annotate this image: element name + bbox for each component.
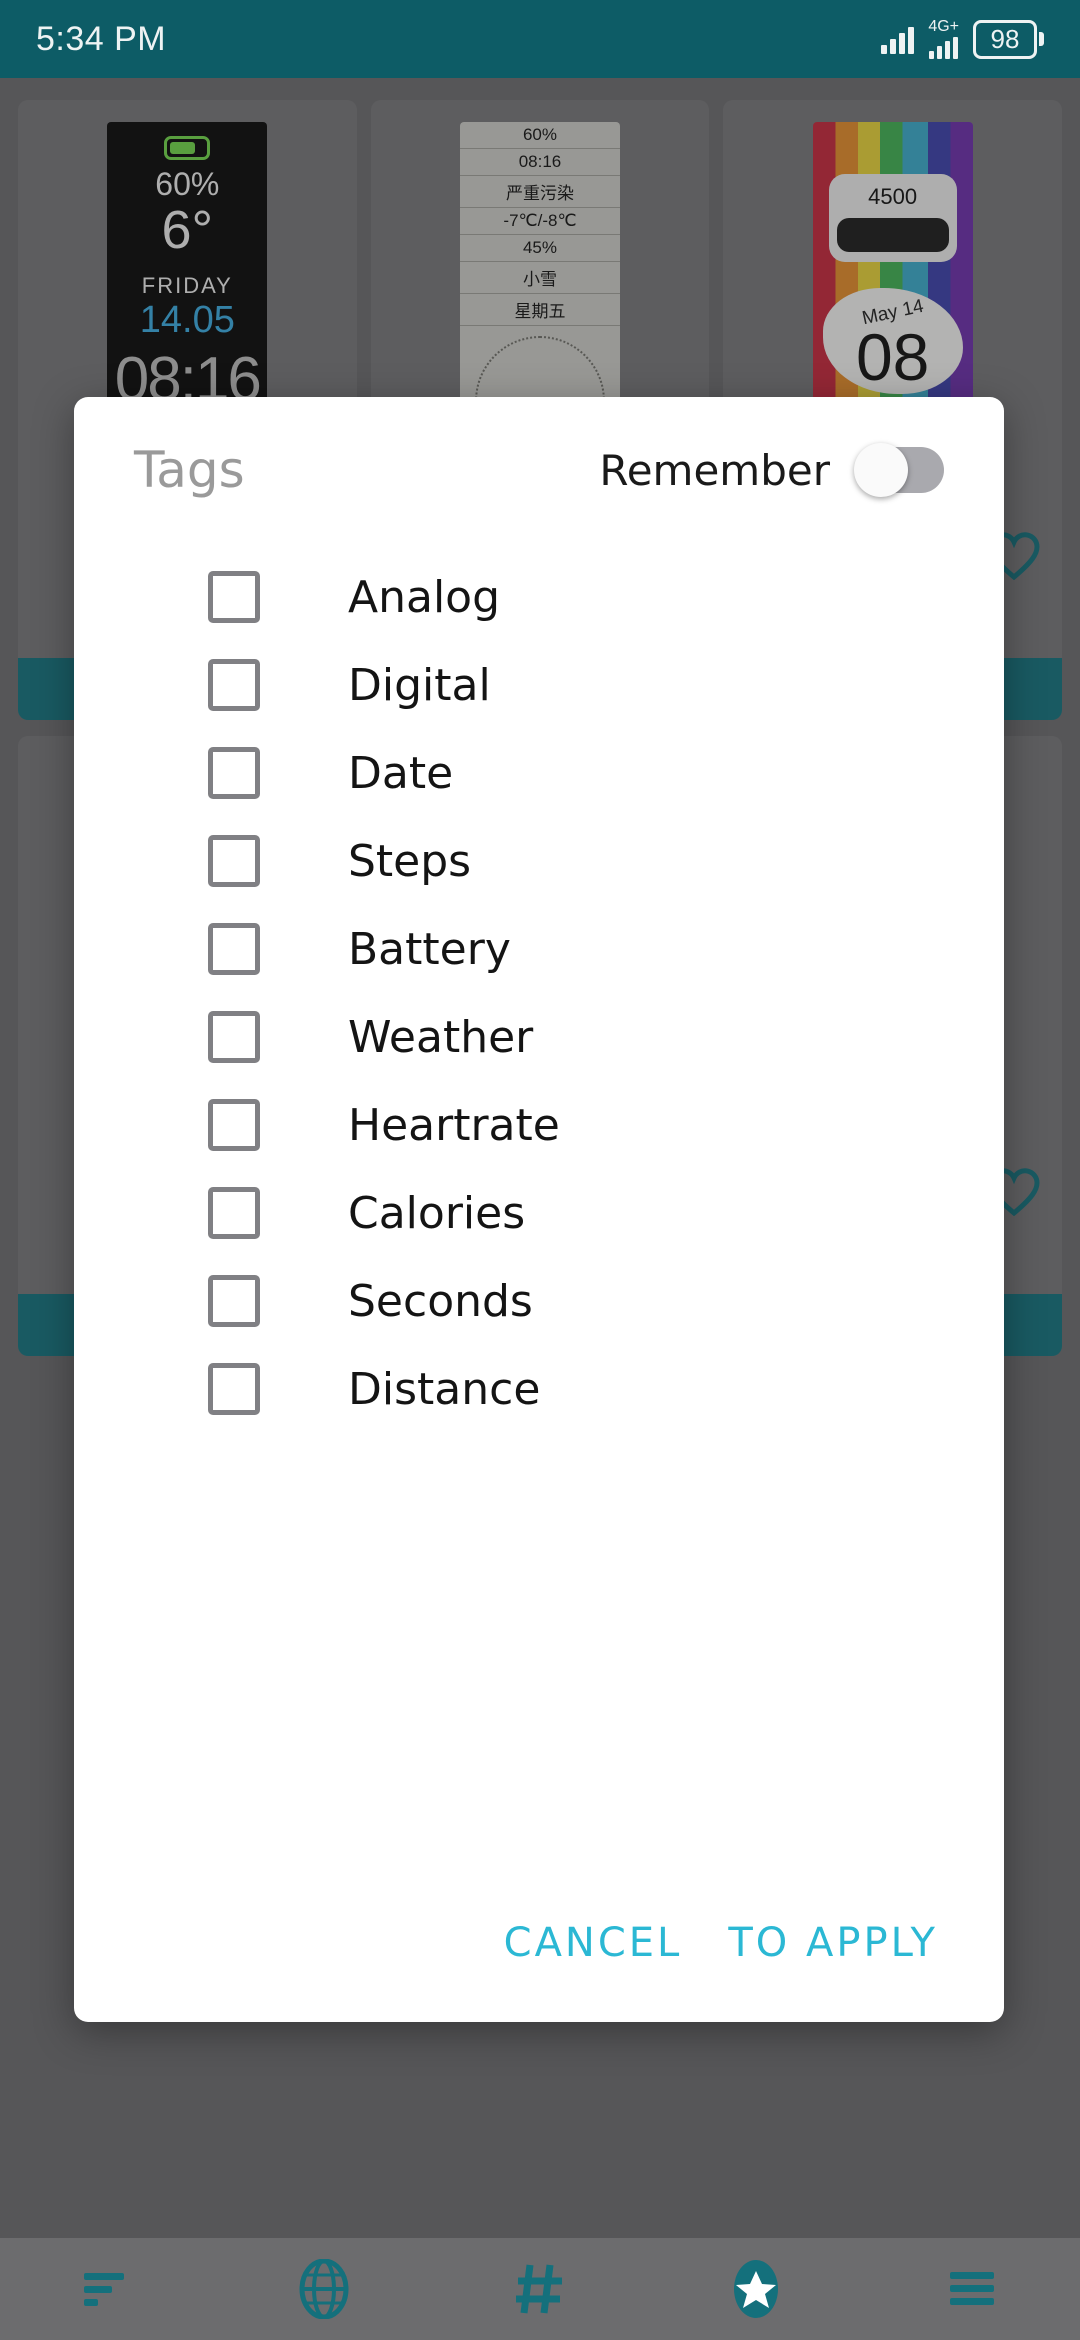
tag-row-date[interactable]: Date [74, 729, 1004, 817]
checkbox-digital[interactable] [208, 659, 260, 711]
star-circle-icon [734, 2260, 778, 2318]
nav-tags[interactable] [480, 2238, 600, 2340]
tag-label: Date [348, 747, 454, 799]
tag-label: Digital [348, 659, 491, 711]
tag-label: Analog [348, 571, 501, 623]
dialog-actions: CANCEL TO APPLY [74, 1920, 1004, 2022]
checkbox-battery[interactable] [208, 923, 260, 975]
tag-list: Analog Digital Date Steps Battery Weathe… [74, 513, 1004, 1920]
tag-row-distance[interactable]: Distance [74, 1345, 1004, 1433]
apply-button[interactable]: TO APPLY [728, 1920, 938, 1966]
tag-row-weather[interactable]: Weather [74, 993, 1004, 1081]
status-indicators: 4G+ 98 [881, 19, 1044, 59]
tag-label: Weather [348, 1011, 534, 1063]
tag-label: Distance [348, 1363, 541, 1415]
tag-row-battery[interactable]: Battery [74, 905, 1004, 993]
nav-menu[interactable] [912, 2238, 1032, 2340]
network-type-label: 4G+ [928, 18, 959, 35]
checkbox-seconds[interactable] [208, 1275, 260, 1327]
checkbox-steps[interactable] [208, 835, 260, 887]
network-type-icon: 4G+ [928, 19, 959, 59]
checkbox-heartrate[interactable] [208, 1099, 260, 1151]
signal-bars-icon [881, 24, 915, 54]
remember-control[interactable]: Remember [599, 443, 944, 497]
tags-dialog: Tags Remember Analog Digital Date Steps … [74, 397, 1004, 2022]
status-time: 5:34 PM [36, 19, 167, 58]
tag-row-digital[interactable]: Digital [74, 641, 1004, 729]
battery-icon: 98 [973, 19, 1044, 59]
hashtag-icon [516, 2264, 562, 2314]
tag-label: Seconds [348, 1275, 533, 1327]
sort-icon [84, 2273, 124, 2306]
menu-icon [950, 2272, 994, 2305]
tag-label: Heartrate [348, 1099, 560, 1151]
nav-globe[interactable] [264, 2238, 384, 2340]
tag-label: Steps [348, 835, 472, 887]
tag-label: Calories [348, 1187, 526, 1239]
dialog-title: Tags [134, 441, 245, 499]
bottom-navigation [0, 2238, 1080, 2340]
phone-screen: 60% 6° FRIDAY 14.05 08:16 60% 08:16 严重污染 [0, 0, 1080, 2340]
tag-row-analog[interactable]: Analog [74, 553, 1004, 641]
tag-row-heartrate[interactable]: Heartrate [74, 1081, 1004, 1169]
globe-icon [299, 2259, 349, 2319]
battery-level: 98 [990, 23, 1020, 54]
tag-row-calories[interactable]: Calories [74, 1169, 1004, 1257]
tag-row-seconds[interactable]: Seconds [74, 1257, 1004, 1345]
checkbox-weather[interactable] [208, 1011, 260, 1063]
nav-sort[interactable] [48, 2238, 168, 2340]
cancel-button[interactable]: CANCEL [504, 1920, 683, 1966]
dialog-header: Tags Remember [74, 397, 1004, 513]
tag-row-steps[interactable]: Steps [74, 817, 1004, 905]
status-bar: 5:34 PM 4G+ 98 [0, 0, 1080, 78]
checkbox-date[interactable] [208, 747, 260, 799]
checkbox-analog[interactable] [208, 571, 260, 623]
toggle-knob [854, 443, 908, 497]
nav-favorites[interactable] [696, 2238, 816, 2340]
remember-toggle[interactable] [854, 443, 944, 497]
remember-label: Remember [599, 445, 830, 495]
tag-label: Battery [348, 923, 511, 975]
checkbox-distance[interactable] [208, 1363, 260, 1415]
checkbox-calories[interactable] [208, 1187, 260, 1239]
